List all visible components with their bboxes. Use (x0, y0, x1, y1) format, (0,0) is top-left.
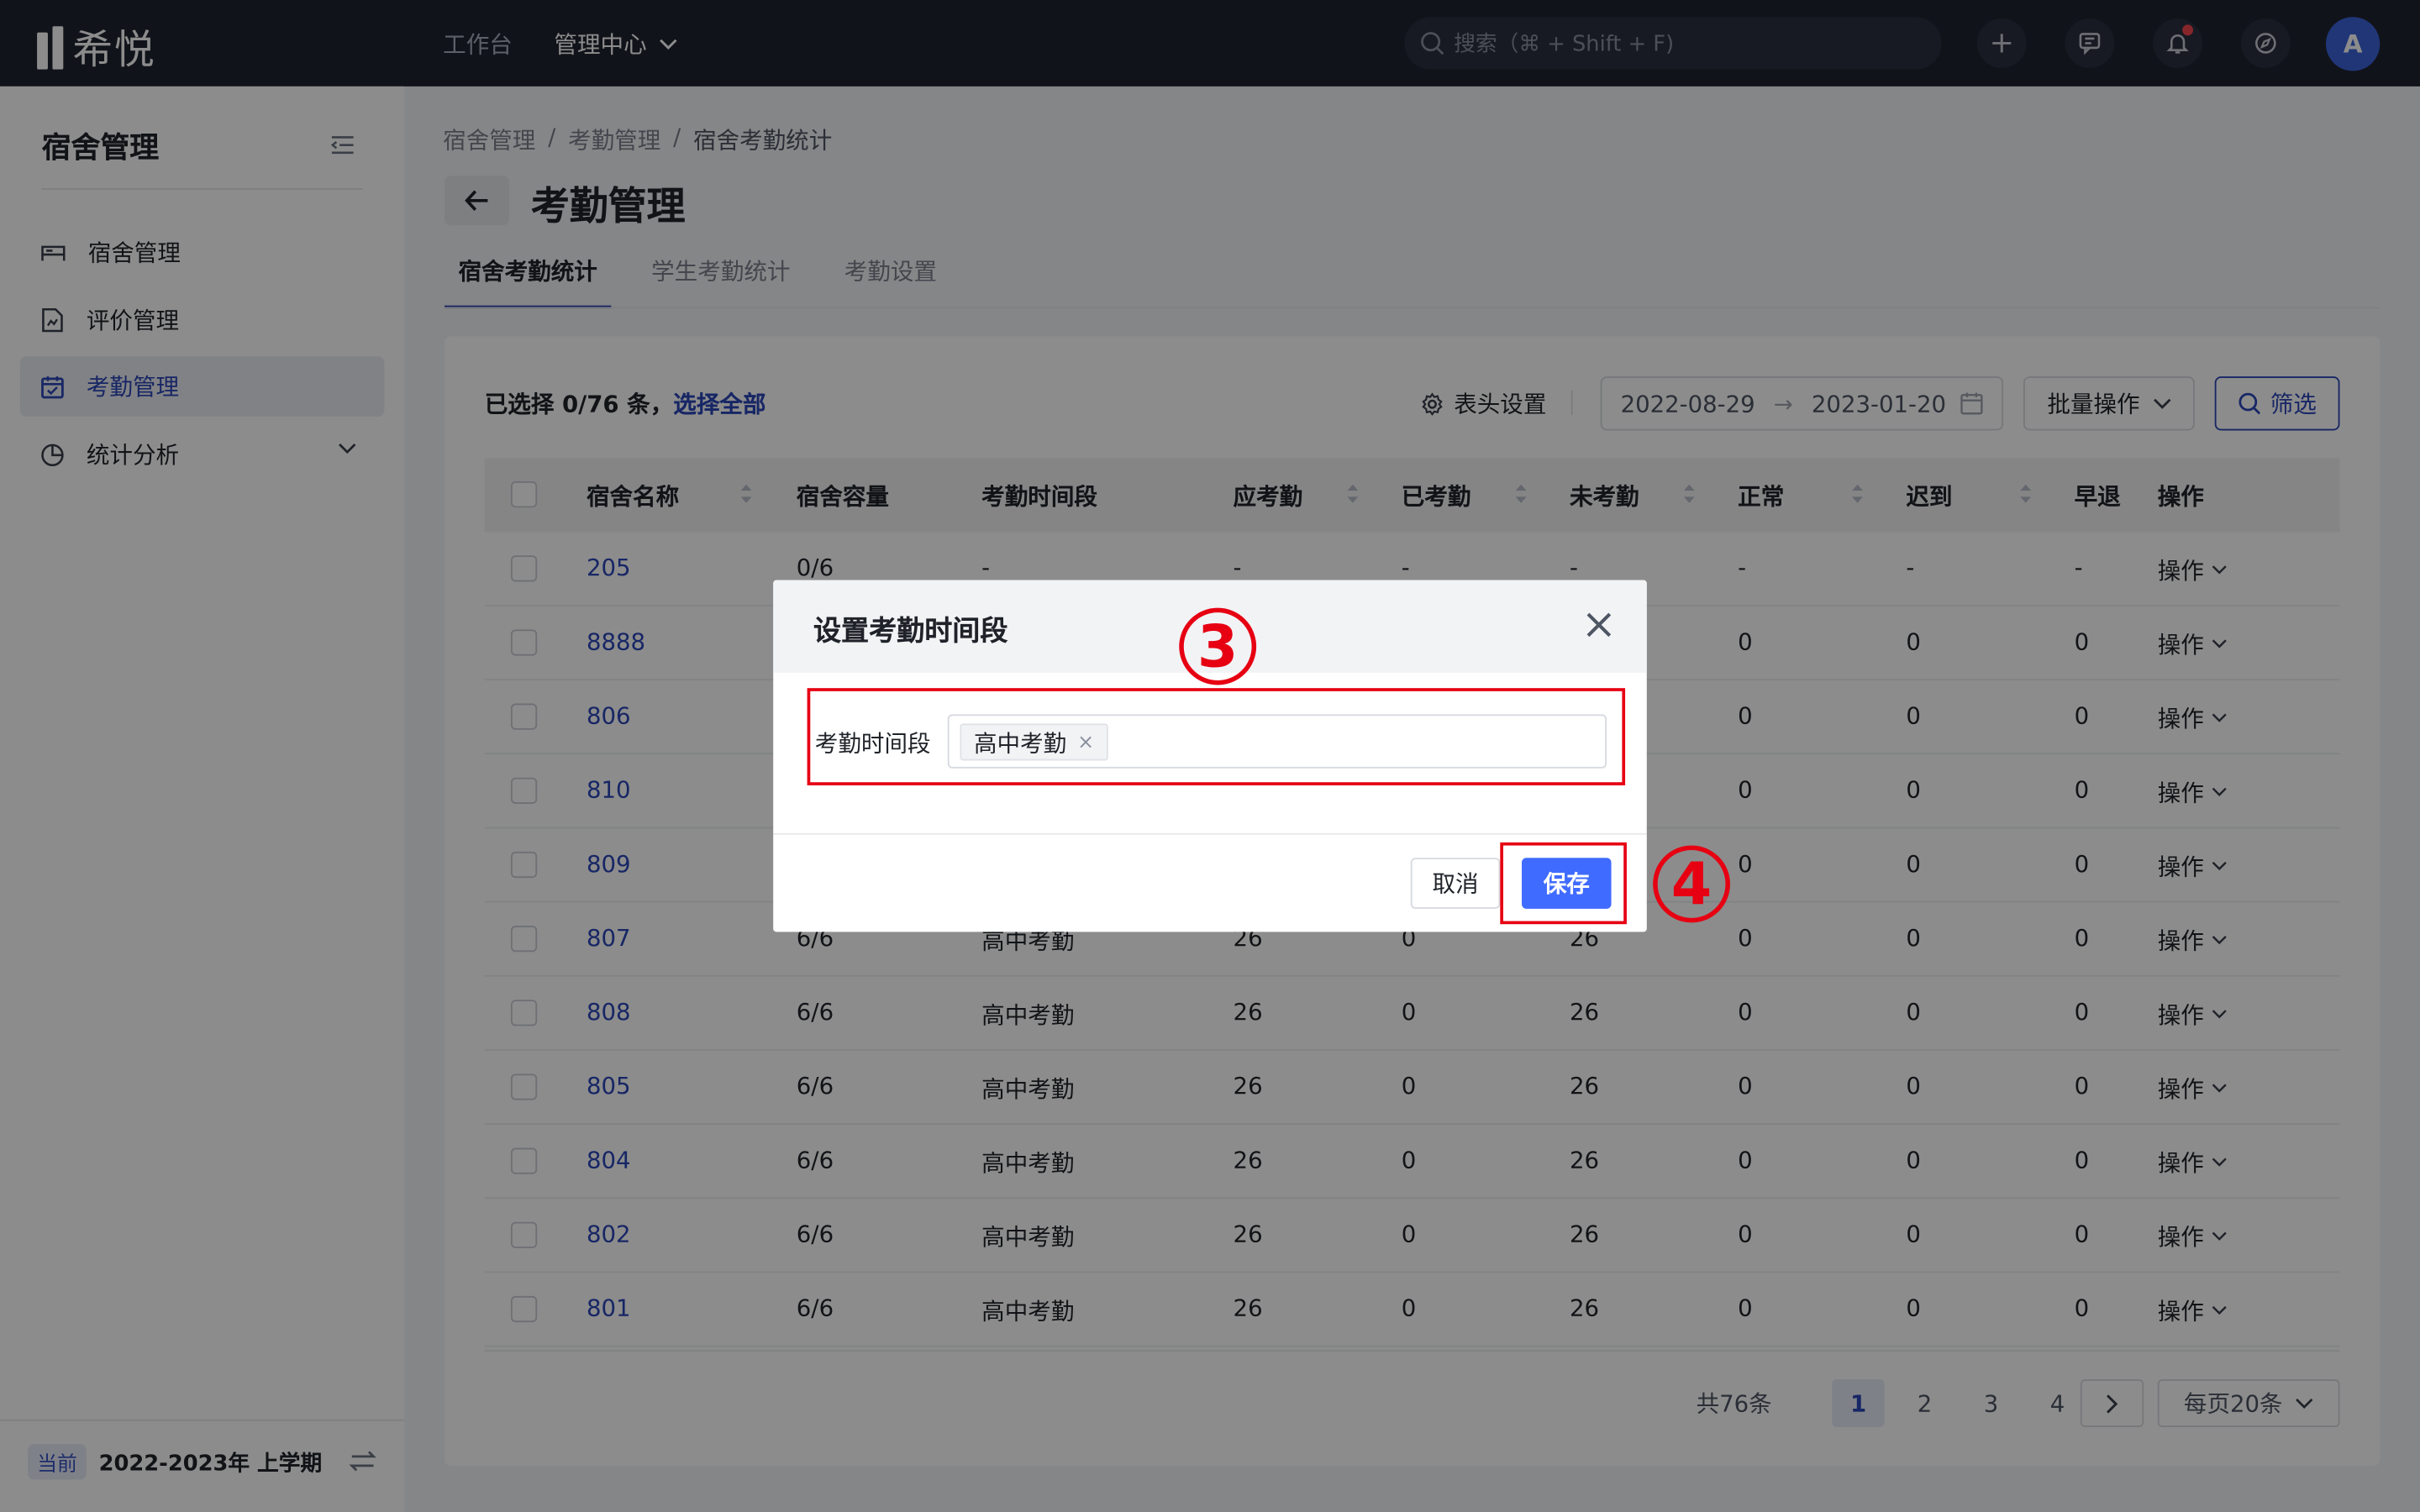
close-icon[interactable] (1585, 611, 1612, 638)
app-root: 希悦 工作台 管理中心 搜索（⌘ + Shift + F) A 宿舍管理 宿舍管… (0, 0, 2420, 1512)
dialog-footer-divider (773, 832, 1647, 835)
dialog-title: 设置考勤时间段 (813, 615, 1008, 648)
cancel-button[interactable]: 取消 (1410, 858, 1501, 909)
annotation-box-step3 (807, 688, 1626, 785)
annotation-step4-number: 4 (1653, 845, 1730, 923)
annotation-box-step4 (1500, 842, 1627, 925)
annotation-step3-number: 3 (1179, 607, 1257, 685)
